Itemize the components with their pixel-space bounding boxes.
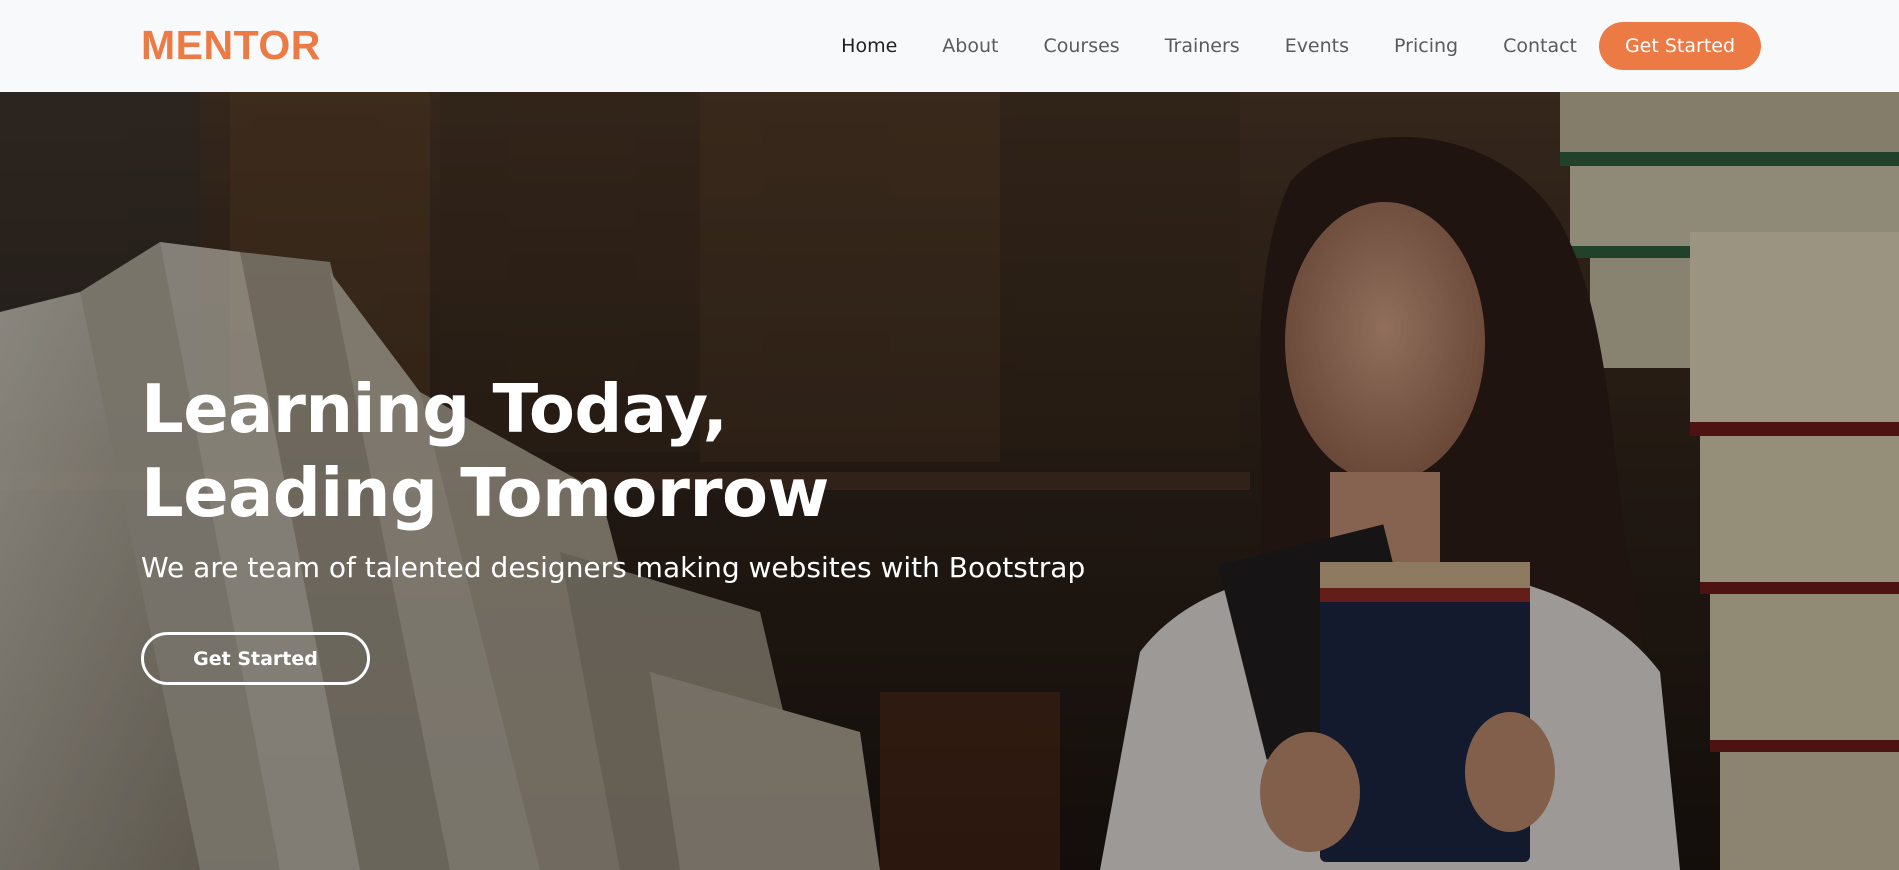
site-header: MENTOR Home About Courses Trainers Event…: [0, 0, 1899, 92]
hero-subtitle: We are team of talented designers making…: [141, 551, 1086, 584]
nav-item-courses[interactable]: Courses: [1043, 35, 1119, 57]
nav-item-events[interactable]: Events: [1285, 35, 1349, 57]
nav-item-about[interactable]: About: [942, 35, 998, 57]
hero-title: Learning Today, Leading Tomorrow: [141, 367, 829, 535]
brand-logo[interactable]: MENTOR: [141, 22, 321, 69]
get-started-nav-button[interactable]: Get Started: [1599, 22, 1761, 70]
main-nav: Home About Courses Trainers Events Prici…: [796, 22, 1761, 70]
nav-item-contact[interactable]: Contact: [1503, 35, 1577, 57]
get-started-hero-button[interactable]: Get Started: [141, 632, 370, 685]
nav-item-trainers[interactable]: Trainers: [1165, 35, 1240, 57]
hero-title-line-1: Learning Today,: [141, 370, 728, 448]
nav-item-pricing[interactable]: Pricing: [1394, 35, 1458, 57]
hero-section: Learning Today, Leading Tomorrow We are …: [0, 92, 1899, 870]
nav-item-home[interactable]: Home: [841, 35, 897, 57]
hero-title-line-2: Leading Tomorrow: [141, 454, 829, 532]
